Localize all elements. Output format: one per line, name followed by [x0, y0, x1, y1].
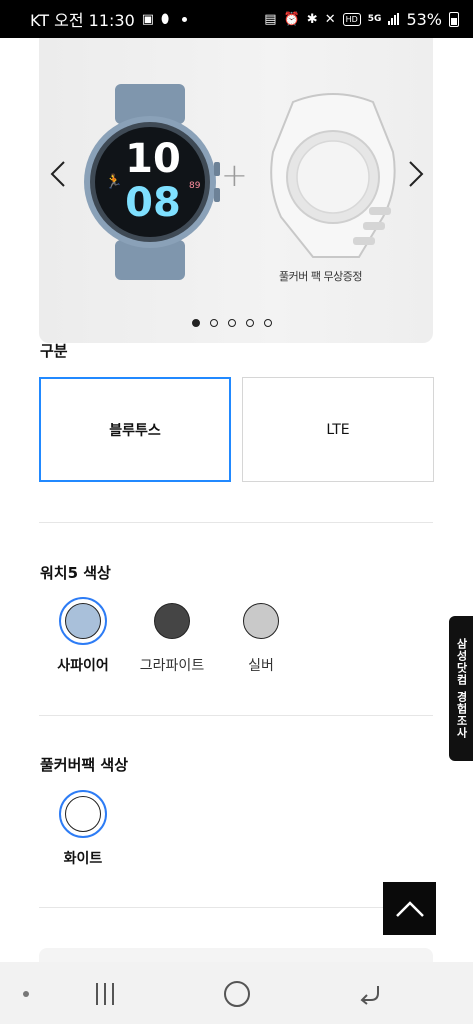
gallery-icon: ▣ [141, 11, 155, 27]
carousel-pagination [192, 319, 272, 327]
carousel-dot[interactable] [264, 319, 272, 327]
swatch-silver [243, 603, 279, 639]
swatch-label: 실버 [248, 658, 274, 674]
home-button[interactable] [224, 980, 250, 1008]
swatch-label: 화이트 [63, 851, 103, 867]
swatch-white [65, 796, 101, 832]
hd-voice-icon: HD [342, 12, 361, 26]
swatch-label: 사파이어 [57, 658, 109, 674]
back-button[interactable] [356, 980, 384, 1008]
swatch-ring [237, 597, 285, 645]
recents-bar-icon [96, 983, 98, 1005]
carrier-time: KT 오전 11:30 [30, 11, 135, 30]
survey-side-tab[interactable]: 삼성닷컴 경험조사 [449, 616, 473, 761]
option-bluetooth[interactable]: 블루투스 [39, 377, 231, 482]
galaxy-watch5-image: 10 08 89 🏃 [84, 84, 220, 280]
sim-icon: ▤ [264, 11, 277, 27]
running-icon: 🏃 [105, 173, 122, 190]
section-divider [39, 522, 433, 523]
option-label: LTE [326, 421, 350, 438]
section-divider [39, 907, 433, 908]
color-option-silver[interactable]: 실버 [216, 597, 306, 675]
plus-icon: + [221, 156, 248, 194]
back-arrow-icon [360, 986, 379, 1005]
chevron-up-icon [395, 900, 424, 917]
home-circle-icon [224, 981, 250, 1007]
carousel-prev-button[interactable] [43, 154, 73, 194]
color-option-white[interactable]: 화이트 [38, 790, 128, 868]
mute-icon: ✕ [324, 11, 336, 27]
recents-bar-icon [112, 983, 114, 1005]
watch-color-section-title: 워치5 색상 [40, 564, 111, 582]
status-left: KT 오전 11:30 ▣ ⬮ [30, 7, 188, 31]
carousel-dot[interactable] [210, 319, 218, 327]
full-cover-pack-image [270, 93, 396, 258]
pill-icon: ⬮ [161, 11, 170, 27]
status-right: ▤ ⏰ ✱ ✕ HD 5G 53% [264, 10, 459, 29]
bluetooth-icon: ✱ [306, 11, 318, 27]
swatch-ring [148, 597, 196, 645]
watch-minute-text: 08 [125, 180, 181, 226]
color-option-sapphire[interactable]: 사파이어 [38, 597, 128, 675]
watch-hour-text: 10 [125, 136, 181, 182]
free-gift-caption: 풀커버 팩 무상증정 [279, 270, 362, 283]
status-bar: KT 오전 11:30 ▣ ⬮ ▤ ⏰ ✱ ✕ HD 5G 53% [0, 0, 473, 38]
carousel-dot[interactable] [246, 319, 254, 327]
cover-color-section-title: 풀커버팩 색상 [40, 756, 129, 774]
recents-bar-icon [104, 983, 106, 1005]
swatch-graphite [154, 603, 190, 639]
notification-dot-icon [182, 16, 188, 22]
survey-tab-label: 삼성닷컴 경험조사 [455, 638, 468, 739]
chevron-right-icon [409, 161, 424, 187]
carousel-dot[interactable] [192, 319, 200, 327]
watch-small-number: 89 [189, 181, 201, 191]
battery-percent: 53% [406, 9, 442, 29]
carousel-next-button[interactable] [401, 154, 431, 194]
swatch-label: 그라파이트 [139, 658, 205, 674]
recent-apps-button[interactable] [92, 980, 118, 1008]
section-divider [39, 715, 433, 716]
nav-indicator-dot-icon [23, 991, 29, 997]
option-label: 블루투스 [109, 422, 161, 439]
swatch-ring [59, 597, 107, 645]
chevron-left-icon [50, 161, 65, 187]
swatch-ring [59, 790, 107, 838]
alarm-icon: ⏰ [283, 11, 300, 27]
product-image-carousel[interactable]: 10 08 89 🏃 + 풀커버 팩 무상증정 [39, 38, 433, 343]
option-lte[interactable]: LTE [242, 377, 434, 482]
connectivity-section-title: 구분 [40, 342, 68, 360]
system-navigation-bar [0, 962, 473, 1024]
5g-icon: 5G [367, 13, 382, 24]
color-option-graphite[interactable]: 그라파이트 [127, 597, 217, 675]
battery-icon [449, 11, 459, 27]
carousel-dot[interactable] [228, 319, 236, 327]
scroll-to-top-button[interactable] [383, 882, 436, 935]
swatch-sapphire [65, 603, 101, 639]
signal-icon [388, 13, 400, 25]
